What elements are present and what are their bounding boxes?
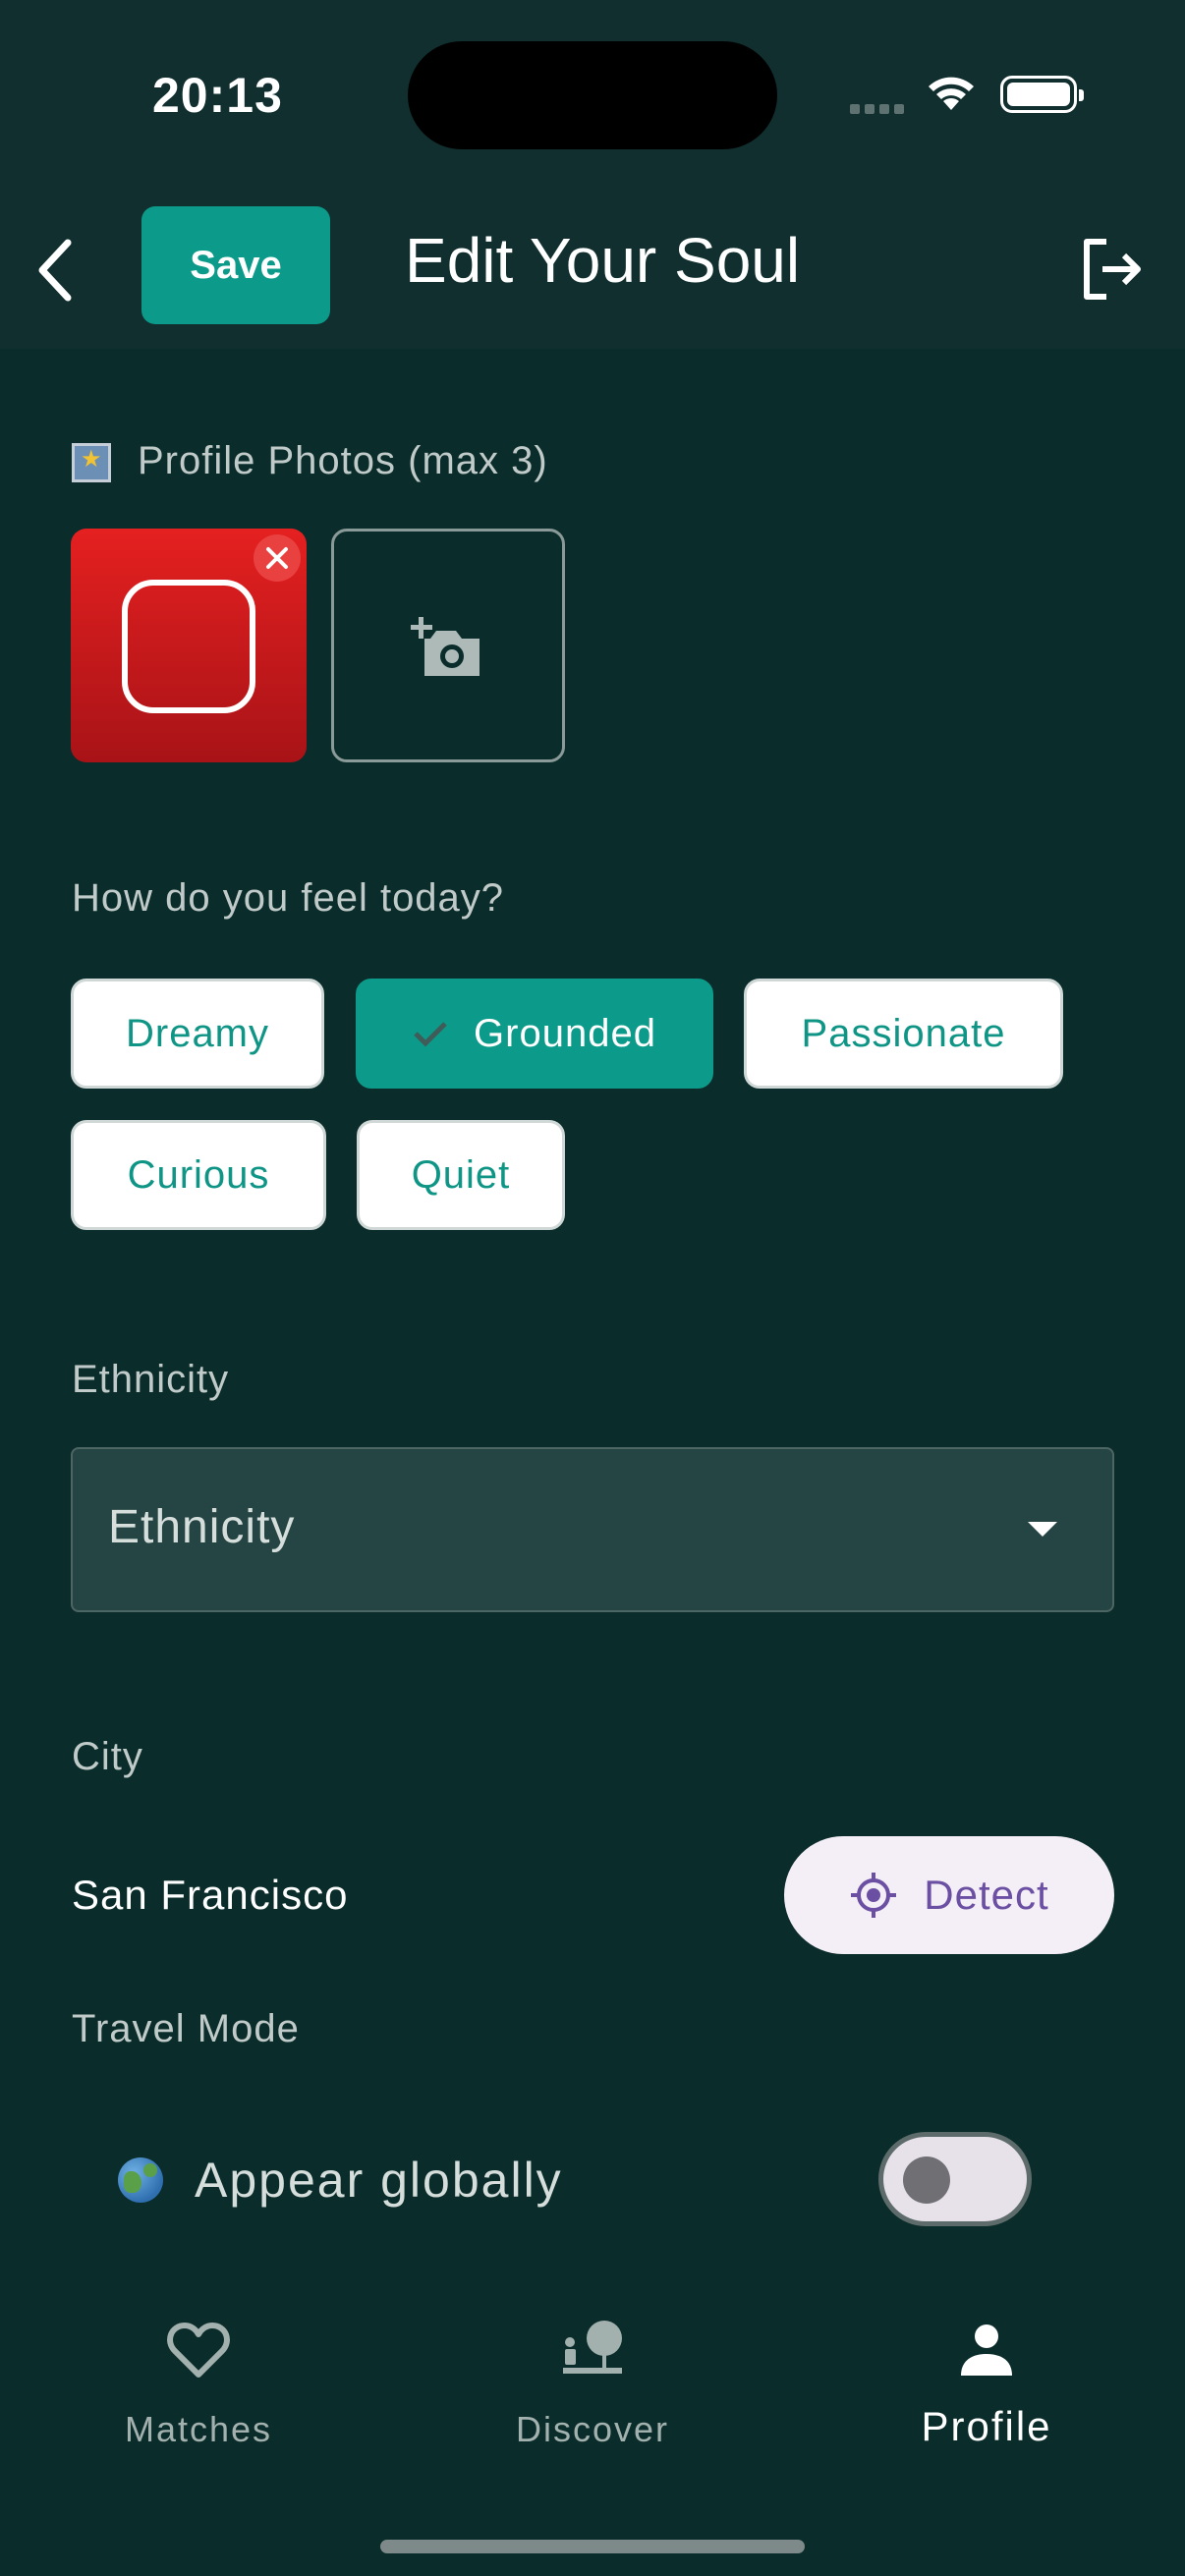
mood-chip-dreamy[interactable]: Dreamy [71, 979, 324, 1089]
chip-label: Quiet [411, 1152, 511, 1197]
appear-globally-toggle[interactable] [878, 2132, 1032, 2226]
mood-label: How do you feel today? [72, 876, 505, 920]
ethnicity-dropdown-placeholder: Ethnicity [108, 1501, 296, 1553]
check-icon [413, 1020, 448, 1047]
bottom-navigation: Matches Discover Profile [0, 2281, 1185, 2576]
nav-item-discover[interactable]: Discover [475, 2311, 710, 2478]
city-value: San Francisco [72, 1872, 349, 1918]
chip-label: Curious [127, 1152, 270, 1197]
dynamic-island [408, 41, 777, 149]
nav-label-matches: Matches [124, 2409, 273, 2449]
chevron-left-icon [38, 239, 72, 302]
person-icon [869, 2311, 1104, 2389]
nav-item-matches[interactable]: Matches [81, 2311, 316, 2478]
detect-label: Detect [924, 1872, 1049, 1918]
dropdown-arrow-icon [1028, 1522, 1057, 1537]
mood-chip-grounded[interactable]: Grounded [356, 979, 713, 1089]
cellular-signal-icon [850, 101, 909, 114]
photos-label: Profile Photos (max 3) [138, 439, 548, 482]
globe-icon [118, 2157, 163, 2203]
framed-picture-icon [72, 443, 111, 482]
my-location-icon [851, 1873, 897, 1918]
remove-photo-button[interactable] [254, 534, 301, 582]
mood-chip-quiet[interactable]: Quiet [357, 1120, 565, 1230]
discover-icon [475, 2311, 710, 2389]
heart-icon [81, 2311, 316, 2389]
detect-location-button[interactable]: Detect [784, 1836, 1114, 1954]
city-label: City [72, 1735, 143, 1778]
app-bar: Save Edit Your Soul [0, 187, 1185, 349]
nav-label-profile: Profile [921, 2403, 1052, 2449]
nav-item-profile[interactable]: Profile [869, 2311, 1104, 2478]
back-button[interactable] [25, 231, 84, 309]
nav-label-discover: Discover [515, 2409, 670, 2449]
photo-placeholder-icon [122, 580, 255, 713]
appear-globally-label: Appear globally [195, 2153, 563, 2208]
battery-icon [1000, 76, 1084, 113]
status-time: 20:13 [152, 68, 283, 123]
chip-label: Passionate [801, 1011, 1006, 1055]
toggle-knob [903, 2156, 950, 2204]
chip-label: Grounded [474, 1011, 656, 1055]
profile-photo[interactable] [71, 529, 307, 762]
logout-icon [1084, 239, 1141, 300]
save-button[interactable]: Save [141, 206, 330, 324]
logout-button[interactable] [1077, 234, 1148, 305]
add-a-photo-icon [411, 617, 480, 676]
home-indicator [380, 2540, 805, 2553]
chip-label: Dreamy [125, 1011, 270, 1055]
ethnicity-label: Ethnicity [72, 1358, 230, 1401]
add-photo-button[interactable] [331, 529, 565, 762]
ethnicity-dropdown[interactable]: Ethnicity [71, 1447, 1114, 1612]
mood-chip-curious[interactable]: Curious [71, 1120, 326, 1230]
mood-chip-passionate[interactable]: Passionate [744, 979, 1063, 1089]
wifi-icon [924, 73, 979, 117]
travel-mode-label: Travel Mode [72, 2007, 300, 2050]
page-title: Edit Your Soul [405, 225, 801, 296]
close-icon [266, 547, 288, 569]
status-bar: 20:13 [0, 0, 1185, 187]
